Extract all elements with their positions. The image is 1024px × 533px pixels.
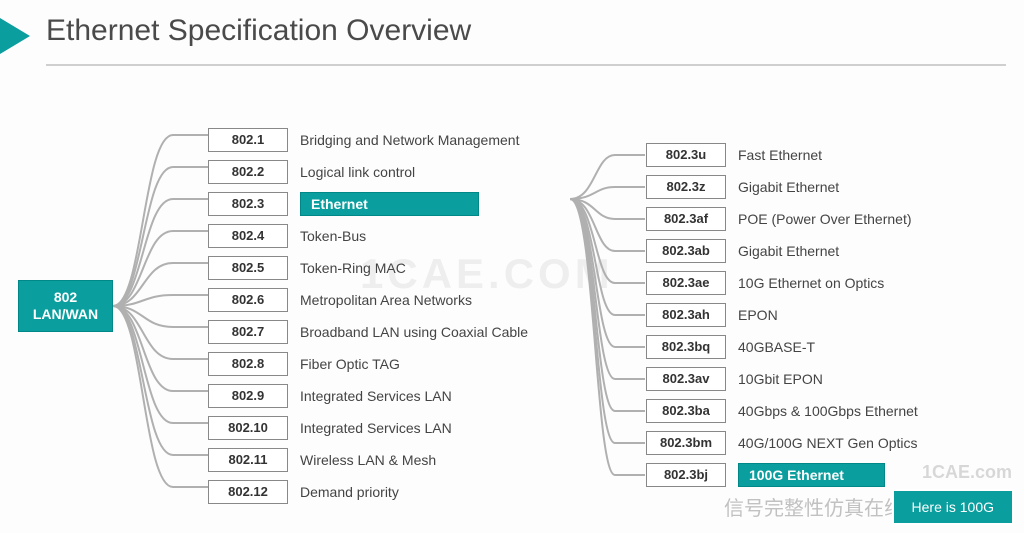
spec-row: 802.4 Token-Bus (208, 221, 528, 251)
spec-label: Logical link control (300, 164, 415, 180)
spec-code-box: 802.3av (646, 367, 726, 391)
spec-label: Gigabit Ethernet (738, 179, 839, 195)
spec-code-box: 802.3ah (646, 303, 726, 327)
spec-label: 10G Ethernet on Optics (738, 275, 884, 291)
spec-label: Integrated Services LAN (300, 388, 452, 404)
spec-code-box: 802.5 (208, 256, 288, 280)
spec-code-box: 802.10 (208, 416, 288, 440)
spec-row: 802.3u Fast Ethernet (646, 140, 918, 170)
spec-row: 802.3bm 40G/100G NEXT Gen Optics (646, 428, 918, 458)
spec-row: 802.6 Metropolitan Area Networks (208, 285, 528, 315)
spec-code-box: 802.8 (208, 352, 288, 376)
spec-row: 802.3ba 40Gbps & 100Gbps Ethernet (646, 396, 918, 426)
spec-label: Demand priority (300, 484, 399, 500)
spec-code-box: 802.3z (646, 175, 726, 199)
spec-code-box: 802.9 (208, 384, 288, 408)
spec-label: Token-Ring MAC (300, 260, 406, 276)
spec-label: 40G/100G NEXT Gen Optics (738, 435, 918, 451)
watermark-bottom: 信号完整性仿真在线 (724, 492, 904, 521)
spec-label: Metropolitan Area Networks (300, 292, 472, 308)
spec-label: EPON (738, 307, 778, 323)
spec-code-box: 802.3ae (646, 271, 726, 295)
spec-code-box: 802.3 (208, 192, 288, 216)
spec-row: 802.3bj 100G Ethernet (646, 460, 918, 490)
spec-code-box: 802.6 (208, 288, 288, 312)
spec-label: Wireless LAN & Mesh (300, 452, 436, 468)
spec-row: 802.11 Wireless LAN & Mesh (208, 445, 528, 475)
spec-row: 802.3ah EPON (646, 300, 918, 330)
highlight-callout: Here is 100G (892, 489, 1014, 525)
spec-row: 802.12 Demand priority (208, 477, 528, 507)
slide-title: Ethernet Specification Overview (46, 14, 471, 48)
spec-code-box: 802.3ba (646, 399, 726, 423)
spec-code-box: 802.3bq (646, 335, 726, 359)
spec-label-highlighted: Ethernet (300, 192, 479, 216)
title-accent-triangle (0, 18, 30, 54)
title-underline (46, 64, 1006, 66)
spec-row: 802.3ae 10G Ethernet on Optics (646, 268, 918, 298)
spec-row: 802.3av 10Gbit EPON (646, 364, 918, 394)
root-connector (113, 120, 213, 520)
root-line1: 802 (19, 289, 112, 306)
spec-label: Fiber Optic TAG (300, 356, 400, 372)
spec-row: 802.3z Gigabit Ethernet (646, 172, 918, 202)
spec-label: Bridging and Network Management (300, 132, 519, 148)
spec-code-box: 802.3bj (646, 463, 726, 487)
spec-row: 802.10 Integrated Services LAN (208, 413, 528, 443)
root-line2: LAN/WAN (19, 306, 112, 323)
spec-code-box: 802.3ab (646, 239, 726, 263)
ieee-802-3-substandards-column: 802.3u Fast Ethernet 802.3z Gigabit Etherne… (646, 140, 918, 492)
spec-label: Broadband LAN using Coaxial Cable (300, 324, 528, 340)
spec-row: 802.7 Broadband LAN using Coaxial Cable (208, 317, 528, 347)
watermark-right: 1CAE.com (922, 462, 1012, 483)
spec-code-box: 802.12 (208, 480, 288, 504)
spec-label: Fast Ethernet (738, 147, 822, 163)
spec-row: 802.3af POE (Power Over Ethernet) (646, 204, 918, 234)
spec-row: 802.2 Logical link control (208, 157, 528, 187)
spec-code-box: 802.4 (208, 224, 288, 248)
spec-code-box: 802.11 (208, 448, 288, 472)
spec-label: 40Gbps & 100Gbps Ethernet (738, 403, 918, 419)
spec-row: 802.3 Ethernet (208, 189, 528, 219)
spec-row: 802.5 Token-Ring MAC (208, 253, 528, 283)
spec-code-box: 802.3af (646, 207, 726, 231)
spec-row: 802.9 Integrated Services LAN (208, 381, 528, 411)
spec-row: 802.8 Fiber Optic TAG (208, 349, 528, 379)
spec-code-box: 802.3bm (646, 431, 726, 455)
spec-code-box: 802.1 (208, 128, 288, 152)
spec-label-highlighted: 100G Ethernet (738, 463, 885, 487)
spec-label: Token-Bus (300, 228, 366, 244)
spec-label: POE (Power Over Ethernet) (738, 211, 912, 227)
spec-row: 802.3ab Gigabit Ethernet (646, 236, 918, 266)
spec-label: 40GBASE-T (738, 339, 815, 355)
spec-row: 802.1 Bridging and Network Management (208, 125, 528, 155)
spec-code-box: 802.3u (646, 143, 726, 167)
spec-row: 802.3bq 40GBASE-T (646, 332, 918, 362)
spec-label: Gigabit Ethernet (738, 243, 839, 259)
spec-code-box: 802.2 (208, 160, 288, 184)
ethernet-connector (570, 135, 650, 505)
spec-label: 10Gbit EPON (738, 371, 823, 387)
spec-label: Integrated Services LAN (300, 420, 452, 436)
ieee-802-standards-column: 802.1Bridging and Network Management802.… (208, 125, 528, 509)
spec-code-box: 802.7 (208, 320, 288, 344)
root-standard-box: 802 LAN/WAN (18, 280, 113, 332)
